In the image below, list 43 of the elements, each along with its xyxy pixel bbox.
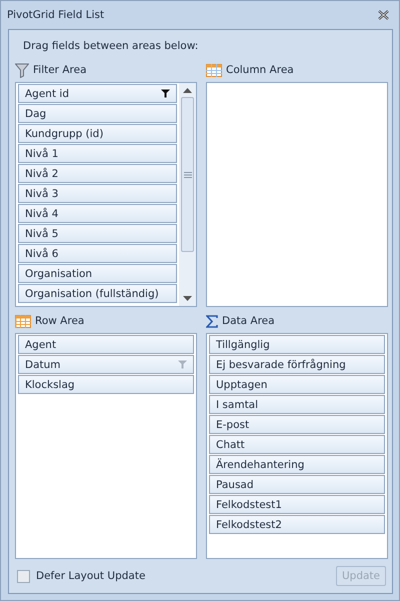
filter-icon[interactable] [161, 89, 170, 98]
checkbox[interactable] [17, 570, 30, 582]
table-icon [206, 64, 222, 76]
field-item[interactable]: Agent id [18, 84, 177, 103]
field-item[interactable]: Kundgrupp (id) [18, 124, 177, 143]
field-item[interactable]: Nivå 6 [18, 244, 177, 263]
instruction-text: Drag fields between areas below: [23, 40, 200, 54]
field-item[interactable]: Ej besvarade förfrågning [209, 355, 385, 374]
checkbox-label: Defer Layout Update [36, 570, 146, 582]
window-title: PivotGrid Field List [7, 9, 104, 21]
area-title: Data Area [222, 315, 275, 327]
field-item[interactable]: Klockslag [18, 375, 194, 394]
field-item[interactable]: Ärendehantering [209, 455, 385, 474]
field-item[interactable]: Organisation [18, 264, 177, 283]
field-item[interactable]: Nivå 3 [18, 184, 177, 203]
filter-icon [15, 62, 29, 78]
field-item[interactable]: Tillgänglig [209, 335, 385, 354]
field-item[interactable]: Datum [18, 355, 194, 374]
field-item[interactable]: Agent [18, 335, 194, 354]
area-title: Column Area [226, 64, 294, 76]
field-item[interactable]: Upptagen [209, 375, 385, 394]
field-item[interactable]: Organisation (fullständig) [18, 284, 177, 303]
scroll-down-icon[interactable] [183, 296, 192, 301]
scrollbar[interactable] [179, 83, 196, 306]
scroll-thumb[interactable] [181, 97, 194, 252]
field-item[interactable]: Nivå 5 [18, 224, 177, 243]
sigma-icon [206, 314, 218, 328]
area-title: Filter Area [33, 64, 87, 76]
scroll-up-icon[interactable] [183, 88, 192, 93]
field-item[interactable]: Dag [18, 104, 177, 123]
field-item[interactable]: Nivå 1 [18, 144, 177, 163]
field-item[interactable]: E-post [209, 415, 385, 434]
field-item[interactable]: Nivå 4 [18, 204, 177, 223]
field-item[interactable]: Chatt [209, 435, 385, 454]
field-item[interactable]: Nivå 2 [18, 164, 177, 183]
close-icon[interactable] [378, 10, 389, 20]
area-title: Row Area [35, 315, 84, 327]
table-icon [15, 314, 31, 328]
field-item[interactable]: Pausad [209, 475, 385, 494]
grip-icon [184, 172, 192, 178]
field-item[interactable]: I samtal [209, 395, 385, 414]
field-item[interactable]: Felkodstest2 [209, 515, 385, 534]
field-item[interactable]: Felkodstest1 [209, 495, 385, 514]
